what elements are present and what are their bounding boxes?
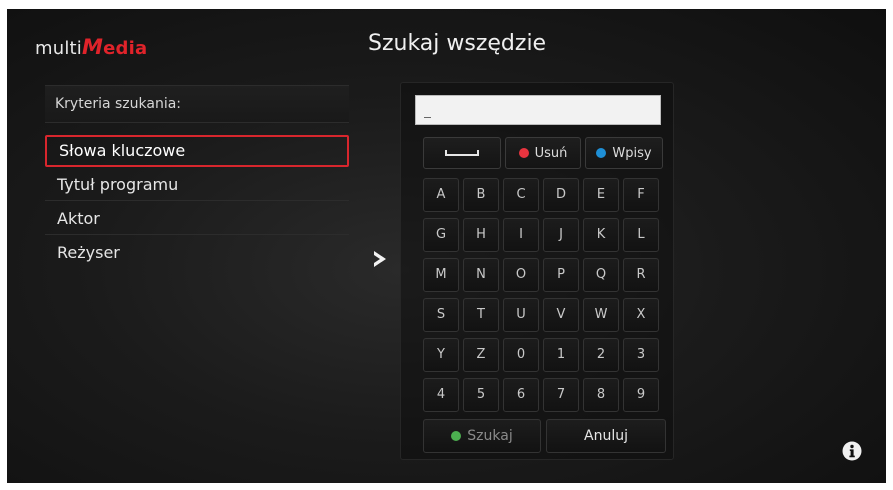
space-button[interactable] bbox=[423, 137, 501, 169]
criteria-item-director[interactable]: Reżyser bbox=[45, 237, 349, 269]
search-input[interactable] bbox=[415, 95, 661, 125]
key-p[interactable]: P bbox=[543, 258, 579, 292]
key-u[interactable]: U bbox=[503, 298, 539, 332]
criteria-panel: Kryteria szukania: Słowa kluczowe Tytuł … bbox=[45, 85, 349, 262]
keyboard-panel: Usuń Wpisy ABCDEF GHIJKL MNOPQR STUVWX YZ012… bbox=[400, 82, 674, 460]
info-icon[interactable] bbox=[842, 441, 862, 461]
key-4[interactable]: 4 bbox=[423, 378, 459, 412]
key-s[interactable]: S bbox=[423, 298, 459, 332]
key-a[interactable]: A bbox=[423, 178, 459, 212]
key-8[interactable]: 8 bbox=[583, 378, 619, 412]
cancel-button[interactable]: Anuluj bbox=[546, 419, 666, 453]
delete-label: Usuń bbox=[534, 145, 568, 161]
key-i[interactable]: I bbox=[503, 218, 539, 252]
delete-button[interactable]: Usuń bbox=[505, 137, 581, 169]
key-3[interactable]: 3 bbox=[623, 338, 659, 372]
key-7[interactable]: 7 bbox=[543, 378, 579, 412]
search-button[interactable]: Szukaj bbox=[423, 419, 541, 453]
logo-m: M bbox=[82, 35, 104, 59]
key-1[interactable]: 1 bbox=[543, 338, 579, 372]
text-caret bbox=[424, 117, 431, 118]
key-e[interactable]: E bbox=[583, 178, 619, 212]
key-y[interactable]: Y bbox=[423, 338, 459, 372]
key-l[interactable]: L bbox=[623, 218, 659, 252]
entries-label: Wpisy bbox=[612, 145, 652, 161]
logo-prefix: multi bbox=[35, 38, 83, 59]
cancel-label: Anuluj bbox=[584, 428, 628, 444]
criteria-item-actor[interactable]: Aktor bbox=[45, 203, 349, 235]
logo-suffix: edia bbox=[103, 38, 148, 59]
key-f[interactable]: F bbox=[623, 178, 659, 212]
entries-button[interactable]: Wpisy bbox=[585, 137, 663, 169]
key-0[interactable]: 0 bbox=[503, 338, 539, 372]
space-bar-icon bbox=[445, 150, 479, 156]
key-q[interactable]: Q bbox=[583, 258, 619, 292]
key-r[interactable]: R bbox=[623, 258, 659, 292]
key-5[interactable]: 5 bbox=[463, 378, 499, 412]
chevron-right-icon bbox=[374, 251, 386, 267]
tv-screen: multiMedia Szukaj wszędzie Kryteria szuk… bbox=[7, 9, 886, 483]
key-d[interactable]: D bbox=[543, 178, 579, 212]
key-2[interactable]: 2 bbox=[583, 338, 619, 372]
key-z[interactable]: Z bbox=[463, 338, 499, 372]
red-dot-icon bbox=[518, 148, 529, 158]
key-x[interactable]: X bbox=[623, 298, 659, 332]
page-title: Szukaj wszędzie bbox=[368, 31, 547, 56]
key-9[interactable]: 9 bbox=[623, 378, 659, 412]
green-dot-icon bbox=[451, 431, 462, 441]
key-k[interactable]: K bbox=[583, 218, 619, 252]
key-o[interactable]: O bbox=[503, 258, 539, 292]
key-g[interactable]: G bbox=[423, 218, 459, 252]
criteria-item-title[interactable]: Tytuł programu bbox=[45, 169, 349, 201]
key-m[interactable]: M bbox=[423, 258, 459, 292]
key-c[interactable]: C bbox=[503, 178, 539, 212]
key-n[interactable]: N bbox=[463, 258, 499, 292]
criteria-header: Kryteria szukania: bbox=[45, 85, 349, 123]
key-v[interactable]: V bbox=[543, 298, 579, 332]
key-j[interactable]: J bbox=[543, 218, 579, 252]
app-logo: multiMedia bbox=[35, 35, 147, 59]
key-b[interactable]: B bbox=[463, 178, 499, 212]
key-6[interactable]: 6 bbox=[503, 378, 539, 412]
key-h[interactable]: H bbox=[463, 218, 499, 252]
key-t[interactable]: T bbox=[463, 298, 499, 332]
search-label: Szukaj bbox=[467, 428, 513, 444]
key-w[interactable]: W bbox=[583, 298, 619, 332]
blue-dot-icon bbox=[596, 148, 607, 158]
criteria-item-keywords[interactable]: Słowa kluczowe bbox=[45, 135, 349, 167]
